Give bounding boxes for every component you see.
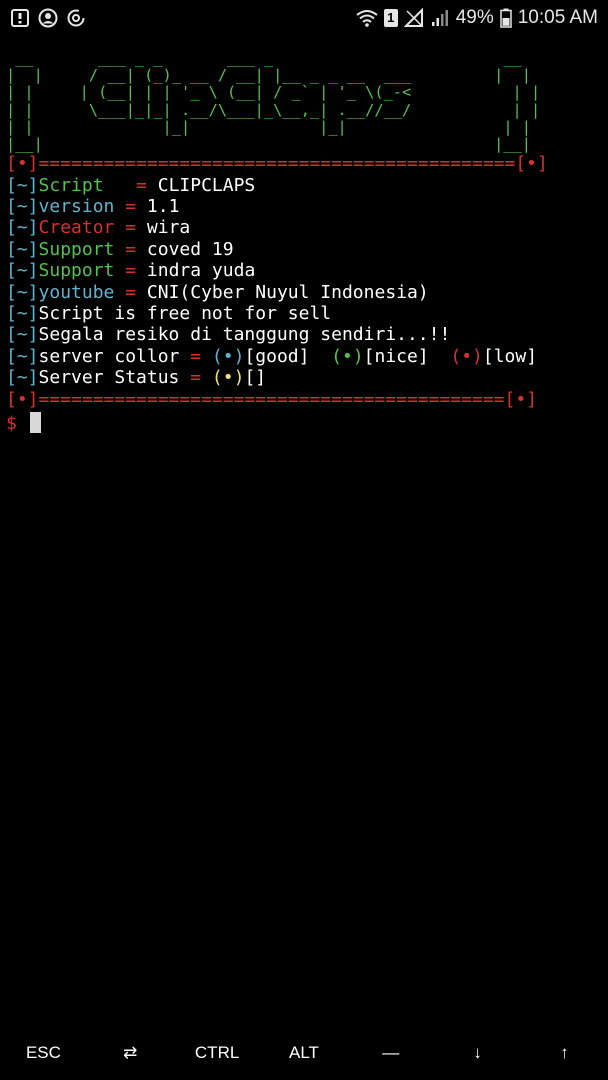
info-value: wira	[146, 217, 191, 239]
divider-left-marker: [•]	[6, 388, 39, 410]
good-label: [good]	[244, 345, 332, 367]
info-value: 1.1	[146, 196, 180, 217]
line-prefix: [~]	[6, 345, 39, 367]
status-bar: 1 49% 10:05 AM	[0, 0, 608, 36]
good-dot: (•)	[211, 345, 245, 367]
low-label: [low]	[482, 345, 538, 367]
clock: 10:05 AM	[517, 7, 598, 28]
server-status-line: [~]Server Status = (•)[]	[6, 367, 606, 388]
divider-bar: ========================================…	[38, 153, 516, 175]
no-signal-icon	[403, 8, 423, 27]
info-line-support-1: [~]Support = coved 19	[6, 239, 606, 260]
extra-keys-bar: ESC ⇄ CTRL ALT — ↓ ↑	[0, 1030, 608, 1076]
info-equals: =	[125, 260, 147, 282]
server-status-value: []	[244, 367, 267, 389]
line-prefix: [~]	[6, 324, 39, 346]
banner-line: | | \___|_|_| .__/\___|_\__,_| .__//__/ …	[6, 100, 541, 119]
info-equals: =	[190, 345, 212, 367]
info-key: youtube	[38, 281, 126, 303]
arrow-down-key[interactable]: ↓	[435, 1030, 521, 1076]
wifi-icon	[356, 10, 378, 27]
info-equals: =	[125, 174, 158, 196]
line-prefix: [~]	[6, 260, 39, 282]
divider-right-marker: [•]	[504, 388, 538, 410]
note-text: Script is free not for sell	[38, 302, 332, 324]
line-prefix: [~]	[6, 302, 39, 324]
status-bar-right: 1 49% 10:05 AM	[356, 7, 598, 29]
battery-icon	[499, 8, 512, 28]
info-value: CNI(Cyber Nuyul Indonesia)	[146, 281, 429, 303]
text-cursor[interactable]	[29, 411, 41, 433]
tab-key[interactable]: ⇄	[87, 1030, 173, 1076]
info-equals: =	[125, 217, 147, 239]
line-prefix: [~]	[6, 238, 39, 260]
info-equals: =	[125, 196, 147, 217]
divider-right-marker: [•]	[515, 153, 548, 175]
notification-icon	[11, 9, 29, 27]
prompt-line[interactable]: $	[6, 411, 606, 434]
line-prefix: [~]	[6, 281, 39, 303]
note-text: Segala resiko di tanggung sendiri...!!	[38, 324, 451, 346]
divider-left-marker: [•]	[6, 153, 39, 175]
sync-icon	[67, 9, 85, 27]
info-equals: =	[125, 238, 147, 260]
nice-label: [nice]	[363, 345, 451, 367]
banner-line: |__| |__|	[6, 135, 531, 154]
note-line-risk: [~]Segala resiko di tanggung sendiri...!…	[6, 324, 606, 345]
line-prefix: [~]	[6, 196, 39, 217]
status-dot: (•)	[211, 367, 245, 389]
alt-key[interactable]: ALT	[261, 1030, 347, 1076]
info-equals: =	[190, 367, 212, 389]
info-key: Support	[38, 260, 126, 282]
arrow-up-key[interactable]: ↑	[521, 1030, 607, 1076]
dash-key[interactable]: —	[348, 1030, 434, 1076]
nice-dot: (•)	[331, 345, 364, 367]
account-icon	[38, 8, 58, 28]
divider-bar: ========================================…	[38, 388, 505, 410]
server-collor-line: [~]server collor = (•)[good] (•)[nice] (…	[6, 346, 606, 367]
info-key: Creator	[38, 217, 126, 239]
line-prefix: [~]	[6, 174, 39, 196]
bottom-divider: [•]=====================================…	[6, 389, 606, 410]
status-bar-left-icons	[10, 8, 86, 28]
sim-icon: 1	[383, 9, 398, 27]
info-line-version: [~]version = 1.1	[6, 196, 606, 217]
info-value: coved 19	[146, 238, 234, 260]
terminal-output[interactable]: __ ___ _ _ ___ _ __ | | / __| (_)_ __ / …	[6, 49, 606, 434]
banner-line: | | / __| (_)_ __ / __| |__ _ _ __ ___ |…	[6, 66, 531, 85]
server-status-label: Server Status	[38, 367, 191, 389]
info-line-creator: [~]Creator = wira	[6, 217, 606, 238]
info-key: Support	[38, 238, 126, 260]
info-line-script: [~]Script = CLIPCLAPS	[6, 175, 606, 196]
signal-icon	[431, 10, 448, 26]
esc-key[interactable]: ESC	[0, 1030, 86, 1076]
ctrl-key[interactable]: CTRL	[174, 1030, 260, 1076]
info-equals: =	[125, 281, 147, 303]
info-value: indra yuda	[146, 260, 256, 282]
low-dot: (•)	[450, 345, 483, 367]
banner-line: | | |_| |_| | |	[6, 117, 531, 136]
info-line-youtube: [~]youtube = CNI(Cyber Nuyul Indonesia)	[6, 282, 606, 303]
server-collor-label: server collor	[38, 345, 191, 367]
note-line-free: [~]Script is free not for sell	[6, 303, 606, 324]
shell-prompt: $	[6, 412, 28, 434]
line-prefix: [~]	[6, 367, 39, 389]
line-prefix: [~]	[6, 217, 39, 239]
banner-line: | | | (__| | | '_ \ (__| / _` | '_ \(_-<…	[6, 83, 541, 102]
top-divider: [•]=====================================…	[6, 153, 606, 174]
ascii-banner: __ ___ _ _ ___ _ __ | | / __| (_)_ __ / …	[6, 49, 606, 154]
info-value: CLIPCLAPS	[157, 174, 256, 196]
info-key: version	[38, 196, 126, 217]
info-line-support-2: [~]Support = indra yuda	[6, 260, 606, 281]
info-key: Script	[38, 174, 126, 196]
battery-percent: 49%	[455, 7, 494, 28]
banner-line: __ ___ _ _ ___ _ __	[6, 49, 531, 67]
